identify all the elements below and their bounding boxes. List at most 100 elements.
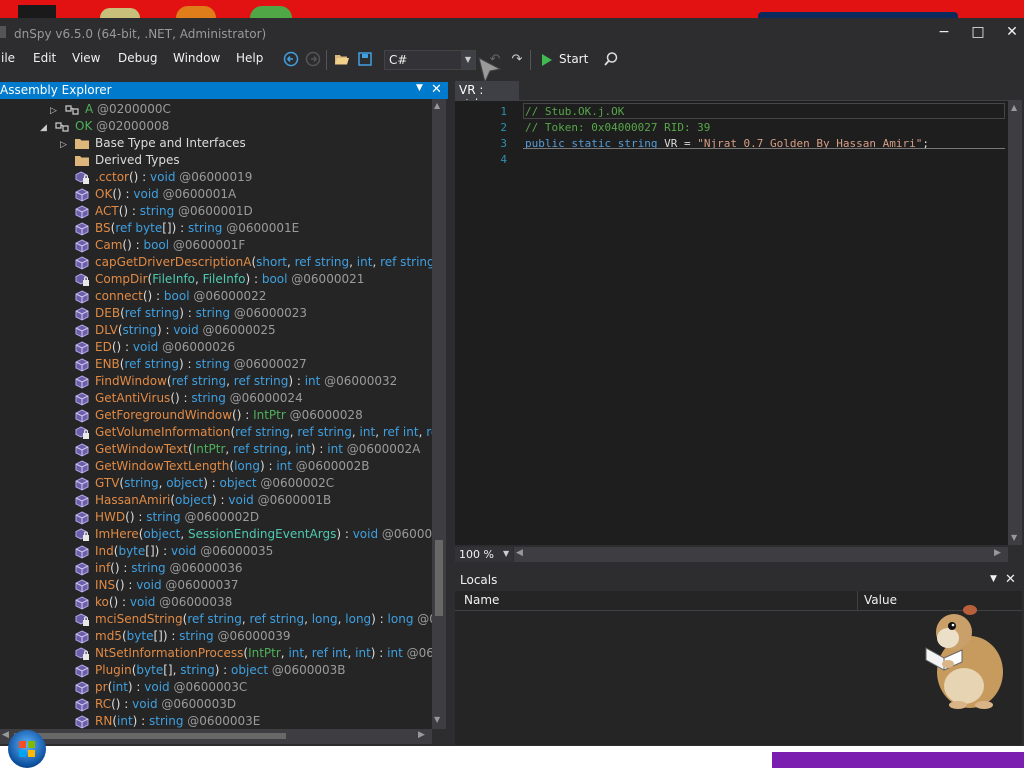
tree-item[interactable]: ENB(ref string) : string @06000027 — [60, 356, 307, 373]
code-line[interactable]: // Token: 0x04000027 RID: 39 — [525, 121, 710, 134]
tree-item[interactable]: GetWindowText(IntPtr, ref string, int) :… — [60, 441, 420, 458]
redo-icon[interactable]: ↷ — [508, 51, 526, 69]
tree-item[interactable]: RC() : void @0600003D — [60, 696, 236, 713]
tree-item[interactable]: DLV(string) : void @06000025 — [60, 322, 276, 339]
vertical-scrollbar[interactable]: ▲ ▼ — [432, 99, 446, 729]
tree-item[interactable]: inf() : string @06000036 — [60, 560, 243, 577]
tree-item[interactable]: HassanAmiri(object) : void @0600001B — [60, 492, 331, 509]
scroll-down-icon[interactable]: ▼ — [434, 715, 440, 724]
editor-horizontal-scrollbar[interactable]: ◀ ▶ — [514, 547, 1008, 562]
menu-view[interactable]: View — [72, 51, 100, 65]
method-icon — [74, 374, 90, 389]
tree-item[interactable]: capGetDriverDescriptionA(short, ref stri… — [60, 254, 432, 271]
tree-item[interactable]: ED() : void @06000026 — [60, 339, 235, 356]
tree-item[interactable]: pr(int) : void @0600003C — [60, 679, 247, 696]
tree-item[interactable]: GetForegroundWindow() : IntPtr @06000028 — [60, 407, 363, 424]
expand-arrow-icon[interactable]: ◢ — [40, 120, 54, 137]
windows-start-icon[interactable] — [8, 730, 46, 768]
menu-help[interactable]: Help — [236, 51, 263, 65]
editor-vertical-scrollbar[interactable]: ▲ ▼ — [1008, 101, 1022, 545]
tree-item[interactable]: md5(byte[]) : string @06000039 — [60, 628, 291, 645]
scroll-up-icon[interactable]: ▲ — [1011, 103, 1017, 112]
zoom-select[interactable]: 100 % ▼ — [455, 547, 513, 562]
document-tab[interactable]: VR : string — [455, 81, 519, 111]
scroll-up-icon[interactable]: ▲ — [434, 101, 440, 110]
column-name[interactable]: Name — [464, 593, 499, 607]
tree-item[interactable]: HWD() : string @0600002D — [60, 509, 259, 526]
close-button[interactable]: ✕ — [998, 20, 1024, 44]
tree-item[interactable]: mciSendString(ref string, ref string, lo… — [60, 611, 432, 628]
desktop-icon[interactable] — [250, 6, 292, 18]
tree-item-signature: , — [241, 612, 250, 626]
tree-item[interactable]: Derived Types — [60, 152, 180, 169]
class-icon — [54, 120, 70, 134]
search-icon[interactable] — [602, 51, 620, 69]
tree-item[interactable]: CompDir(FileInfo, FileInfo) : bool @0600… — [60, 271, 364, 288]
tree-item[interactable]: INS() : void @06000037 — [60, 577, 239, 594]
tree-item-signature: void — [173, 323, 199, 337]
save-icon[interactable] — [356, 51, 374, 69]
tree-item[interactable]: ▷ A @0200000C — [50, 101, 171, 118]
tree-item[interactable]: OK() : void @0600001A — [60, 186, 236, 203]
code-editor[interactable]: 1// Stub.OK.j.OK 2// Token: 0x04000027 RI… — [455, 101, 1022, 545]
tree-item[interactable]: connect() : bool @06000022 — [60, 288, 266, 305]
open-icon[interactable] — [333, 51, 351, 69]
tree-item[interactable]: GetWindowTextLength(long) : int @0600002… — [60, 458, 369, 475]
maximize-button[interactable]: □ — [964, 20, 992, 44]
menu-window[interactable]: Window — [173, 51, 220, 65]
tree-item[interactable]: RN(int) : string @0600003E — [60, 713, 260, 729]
menu-file[interactable]: ile — [1, 51, 15, 65]
tree-item-signature: @06000024 — [225, 391, 303, 405]
desktop-icon[interactable] — [100, 8, 140, 18]
scroll-right-icon[interactable]: ▶ — [994, 548, 1001, 558]
tree-item[interactable]: ko() : void @06000038 — [60, 594, 232, 611]
forward-icon[interactable] — [304, 51, 322, 69]
method-icon — [74, 442, 90, 457]
tree-item[interactable]: GetAntiVirus() : string @06000024 — [60, 390, 303, 407]
method-icon — [74, 340, 90, 355]
menu-debug[interactable]: Debug — [118, 51, 157, 65]
language-select[interactable]: C# ▼ — [384, 50, 476, 70]
assembly-tree[interactable]: ▷ A @0200000C ◢ OK @02000008 ▷ Base Type and … — [0, 99, 432, 729]
scroll-left-icon[interactable]: ◀ — [516, 548, 523, 558]
tree-item[interactable]: BS(ref byte[]) : string @0600001E — [60, 220, 299, 237]
tree-item[interactable]: ◢ OK @02000008 — [40, 118, 169, 135]
tree-item[interactable]: Ind(byte[]) : void @06000035 — [60, 543, 273, 560]
chevron-down-icon[interactable]: ▼ — [416, 83, 423, 93]
tree-item[interactable]: ImHere(object, SessionEndingEventArgs) :… — [60, 526, 432, 543]
scroll-down-icon[interactable]: ▼ — [1011, 533, 1017, 542]
tree-item[interactable]: ACT() : string @0600001D — [60, 203, 253, 220]
tree-item-signature: ref string — [233, 374, 289, 388]
scroll-left-icon[interactable]: ◀ — [2, 730, 9, 740]
tree-item[interactable]: Cam() : bool @0600001F — [60, 237, 245, 254]
tree-item[interactable]: ▷ Base Type and Interfaces — [60, 135, 246, 152]
tree-item-signature: []) : — [153, 629, 180, 643]
tree-item-signature: @06000036 — [165, 561, 243, 575]
minimize-button[interactable]: − — [930, 20, 958, 44]
tree-item-signature: ) : — [156, 323, 174, 337]
column-divider[interactable] — [857, 591, 858, 610]
chevron-down-icon[interactable]: ▼ — [990, 574, 997, 584]
scrollbar-thumb[interactable] — [435, 540, 443, 616]
tree-item[interactable]: GTV(string, object) : object @0600002C — [60, 475, 334, 492]
column-value[interactable]: Value — [864, 593, 897, 607]
close-icon[interactable]: ✕ — [1005, 572, 1016, 587]
tree-item[interactable]: .cctor() : void @06000019 — [60, 169, 252, 186]
private-method-icon — [74, 272, 90, 287]
menu-edit[interactable]: Edit — [33, 51, 56, 65]
tree-item-signature: ref string — [235, 425, 290, 439]
tree-item[interactable]: GetVolumeInformation(ref string, ref str… — [60, 424, 432, 441]
desktop-icon[interactable] — [176, 6, 216, 18]
desktop-icon[interactable] — [18, 5, 56, 18]
scroll-right-icon[interactable]: ▶ — [418, 730, 425, 740]
tree-item[interactable]: Plugin(byte[], string) : object @0600003… — [60, 662, 346, 679]
tree-item[interactable]: NtSetInformationProcess(IntPtr, int, ref… — [60, 645, 432, 662]
close-icon[interactable]: ✕ — [431, 82, 442, 97]
back-icon[interactable] — [282, 51, 300, 69]
scrollbar-thumb[interactable] — [14, 733, 286, 739]
tree-item-signature: int — [117, 714, 133, 728]
tree-item-signature: @06000 — [417, 612, 432, 626]
tree-item[interactable]: DEB(ref string) : string @06000023 — [60, 305, 307, 322]
tree-item[interactable]: FindWindow(ref string, ref string) : int… — [60, 373, 397, 390]
assembly-explorer-title: Assembly Explorer — [0, 83, 112, 97]
